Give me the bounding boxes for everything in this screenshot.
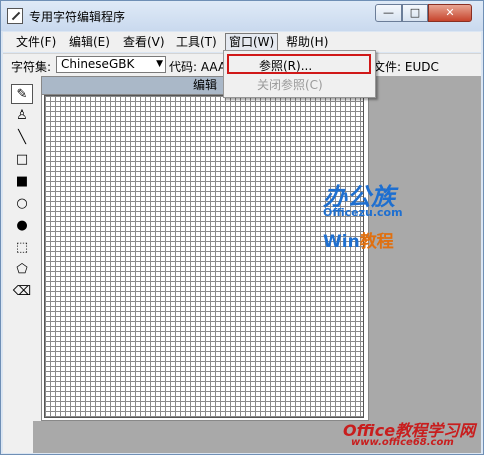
character-grid[interactable] — [44, 95, 364, 418]
file-label: 文件: EUDC — [373, 60, 439, 74]
watermark-url: Officezu.com — [323, 206, 403, 219]
drawing-toolbox: ✎ ♙ ╲ □ ■ ○ ● ⬚ ⬠ ⌫ — [11, 80, 33, 300]
filled-rectangle-icon[interactable]: ■ — [11, 172, 33, 192]
watermark-tutorial: 教程 — [359, 232, 394, 252]
close-button[interactable]: ✕ — [428, 4, 472, 22]
hollow-rectangle-icon[interactable]: □ — [11, 150, 33, 170]
close-reference-menu-item: 关闭参照(C) — [257, 78, 323, 92]
hollow-ellipse-icon[interactable]: ○ — [11, 194, 33, 214]
menu-help[interactable]: 帮助(H) — [283, 34, 331, 51]
menu-view[interactable]: 查看(V) — [120, 34, 168, 51]
pencil-icon[interactable]: ✎ — [11, 84, 33, 104]
filled-ellipse-icon[interactable]: ● — [11, 216, 33, 236]
minimize-button[interactable]: — — [375, 4, 402, 22]
charset-value: ChineseGBK — [61, 57, 135, 71]
charset-label: 字符集: — [11, 60, 52, 74]
menu-file[interactable]: 文件(F) — [13, 34, 59, 51]
code-label: 代码: AAA — [169, 60, 227, 74]
workspace-background-bottom — [33, 421, 369, 453]
watermark-win: Win — [323, 232, 360, 252]
window-menu-dropdown: 参照(R)... 关闭参照(C) — [223, 50, 376, 98]
menu-bar: 文件(F) 编辑(E) 查看(V) 工具(T) 窗口(W) 帮助(H) — [3, 32, 481, 52]
menu-tools[interactable]: 工具(T) — [173, 34, 220, 51]
menu-edit[interactable]: 编辑(E) — [66, 34, 113, 51]
line-icon[interactable]: ╲ — [11, 128, 33, 148]
edit-window: 编辑 — [41, 76, 369, 421]
footer-watermark-url: www.office68.com — [351, 437, 454, 448]
brush-icon[interactable]: ♙ — [11, 106, 33, 126]
freeform-select-icon[interactable]: ⬠ — [11, 260, 33, 280]
watermark-win-tutorial: Win教程 — [323, 227, 394, 252]
maximize-button[interactable]: □ — [402, 4, 428, 22]
app-icon[interactable] — [7, 8, 23, 24]
chevron-down-icon[interactable]: ▼ — [156, 57, 163, 72]
workspace-background — [369, 76, 481, 453]
reference-menu-item[interactable]: 参照(R)... — [227, 54, 371, 74]
eraser-icon[interactable]: ⌫ — [11, 282, 33, 302]
charset-select[interactable]: ChineseGBK ▼ — [56, 56, 166, 73]
client-area: ✎ ♙ ╲ □ ■ ○ ● ⬚ ⬠ ⌫ 编辑 — [3, 76, 481, 453]
rect-select-icon[interactable]: ⬚ — [11, 238, 33, 258]
app-window: 专用字符编辑程序 — □ ✕ 文件(F) 编辑(E) 查看(V) 工具(T) 窗… — [0, 0, 484, 455]
title-bar[interactable]: 专用字符编辑程序 — □ ✕ — [1, 1, 483, 31]
window-title: 专用字符编辑程序 — [29, 10, 126, 24]
